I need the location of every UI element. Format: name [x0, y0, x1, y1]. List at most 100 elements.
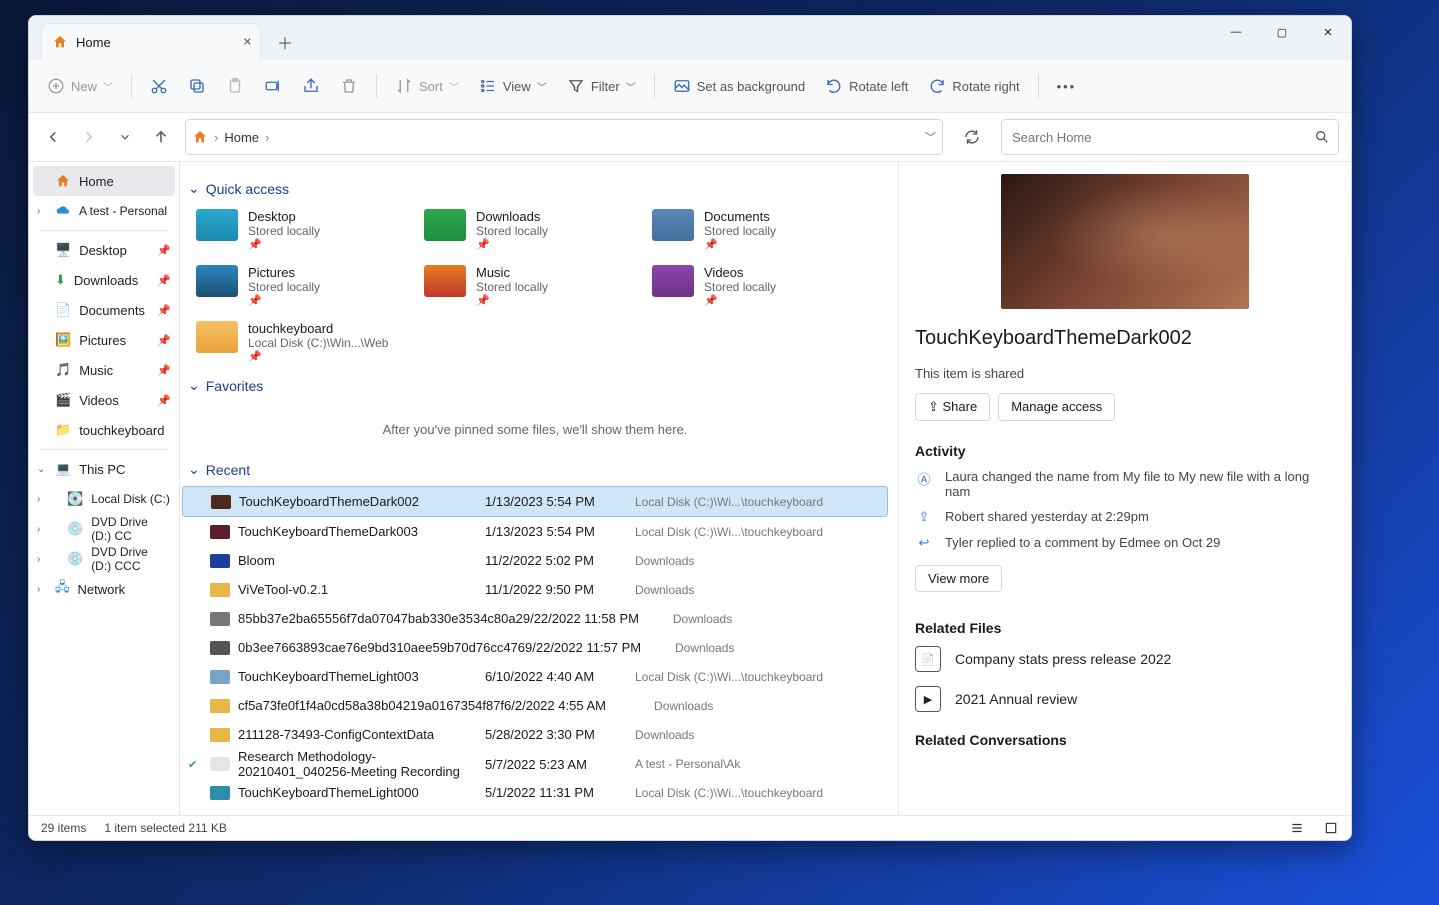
share-button[interactable]: [294, 73, 328, 99]
sidebar-item-music[interactable]: 🎵Music📌: [29, 355, 179, 385]
recent-row[interactable]: 0b3ee7663893cae76e9bd310aee59b70d76cc476…: [182, 633, 888, 662]
chevron-right-icon[interactable]: ›: [37, 494, 40, 505]
recent-row[interactable]: cf5a73fe0f1f4a0cd58a38b04219a0167354f87f…: [182, 691, 888, 720]
sidebar-item-dvd2[interactable]: ›💿DVD Drive (D:) CCC: [29, 544, 179, 574]
pin-icon: 📌: [157, 364, 171, 377]
new-tab-button[interactable]: ＋: [267, 24, 303, 60]
quick-access-item[interactable]: DownloadsStored locally📌: [420, 205, 640, 255]
folder-icon: [424, 209, 466, 241]
share-button[interactable]: ⇪ Share: [915, 393, 990, 421]
manage-access-button[interactable]: Manage access: [998, 393, 1115, 421]
maximize-button[interactable]: ▢: [1259, 16, 1305, 48]
close-window-button[interactable]: ✕: [1305, 16, 1351, 48]
paste-icon: [226, 77, 244, 95]
set-background-button[interactable]: Set as background: [665, 73, 813, 99]
sync-status-icon: ✔: [188, 758, 210, 771]
background-icon: [673, 77, 691, 95]
up-button[interactable]: [149, 125, 173, 149]
search-box[interactable]: [1001, 119, 1339, 155]
sidebar-item-atest[interactable]: › A test - Personal: [29, 196, 179, 226]
recent-row[interactable]: TouchKeyboardThemeDark003 1/13/2023 5:54…: [182, 517, 888, 546]
section-favorites[interactable]: ⌄ Favorites: [188, 377, 888, 394]
chevron-right-icon[interactable]: ›: [37, 584, 40, 595]
folder-icon: [196, 321, 238, 353]
minimize-button[interactable]: —: [1213, 16, 1259, 48]
view-more-button[interactable]: View more: [915, 565, 1002, 592]
details-view-icon[interactable]: [1289, 821, 1305, 835]
rotate-right-button[interactable]: Rotate right: [920, 73, 1027, 99]
related-file-row[interactable]: 📄Company stats press release 2022: [915, 646, 1335, 672]
sidebar-item-local-c[interactable]: ›💽Local Disk (C:): [29, 484, 179, 514]
quick-access-item[interactable]: DocumentsStored locally📌: [648, 205, 868, 255]
videos-icon: 🎬: [55, 392, 71, 408]
forward-button[interactable]: [77, 125, 101, 149]
chevron-right-icon[interactable]: ›: [37, 524, 40, 535]
status-item-count: 29 items: [41, 821, 86, 835]
file-thumb-icon: [210, 670, 230, 684]
filter-button[interactable]: Filter ﹀: [559, 73, 644, 99]
section-recent[interactable]: ⌄ Recent: [188, 461, 888, 478]
paste-button[interactable]: [218, 73, 252, 99]
related-file-row[interactable]: ▶2021 Annual review: [915, 686, 1335, 712]
sidebar-item-dvd1[interactable]: ›💿DVD Drive (D:) CC: [29, 514, 179, 544]
rotate-left-button[interactable]: Rotate left: [817, 73, 916, 99]
tab-home[interactable]: Home ✕: [41, 23, 261, 60]
file-thumb-icon: [210, 612, 230, 626]
large-icons-view-icon[interactable]: [1323, 821, 1339, 835]
activity-row: ⇪Robert shared yesterday at 2:29pm: [915, 509, 1335, 525]
sidebar-item-home[interactable]: Home: [33, 166, 175, 196]
recent-row[interactable]: 211128-73493-ConfigContextData 5/28/2022…: [182, 720, 888, 749]
sidebar-item-videos[interactable]: 🎬Videos📌: [29, 385, 179, 415]
file-thumb-icon: [210, 525, 230, 539]
sidebar-item-network[interactable]: ›🖧Network: [29, 574, 179, 604]
quick-access-item[interactable]: DesktopStored locally📌: [192, 205, 412, 255]
chevron-down-icon[interactable]: ⌄: [37, 464, 45, 475]
cut-icon: [150, 77, 168, 95]
disk-icon: 💽: [67, 491, 83, 507]
recent-row[interactable]: ✔ Research Methodology-20210401_040256-M…: [182, 749, 888, 778]
section-quick-access[interactable]: ⌄ Quick access: [188, 180, 888, 197]
sidebar-item-touchkeyboard[interactable]: 📁touchkeyboard: [29, 415, 179, 445]
copy-button[interactable]: [180, 73, 214, 99]
sidebar-item-pictures[interactable]: 🖼️Pictures📌: [29, 325, 179, 355]
more-button[interactable]: •••: [1049, 75, 1085, 98]
sidebar-item-desktop[interactable]: 🖥️Desktop📌: [29, 235, 179, 265]
quick-access-item[interactable]: PicturesStored locally📌: [192, 261, 412, 311]
recent-row[interactable]: 85bb37e2ba65556f7da07047bab330e3534c80a2…: [182, 604, 888, 633]
dvd-icon: 💿: [67, 551, 83, 567]
toolbar: New ﹀ Sort ﹀ View ﹀ Filter ﹀ Set as bac: [29, 60, 1351, 113]
view-button[interactable]: View ﹀: [471, 73, 555, 99]
sidebar-item-thispc[interactable]: ⌄ 💻 This PC: [29, 454, 179, 484]
sidebar-item-documents[interactable]: 📄Documents📌: [29, 295, 179, 325]
folder-icon: [196, 209, 238, 241]
recent-row[interactable]: TouchKeyboardThemeLight000 5/1/2022 11:3…: [182, 778, 888, 807]
chevron-right-icon[interactable]: ›: [37, 554, 40, 565]
details-shared-note: This item is shared: [915, 366, 1335, 381]
sidebar-item-downloads[interactable]: ⬇Downloads📌: [29, 265, 179, 295]
address-bar[interactable]: › Home › ﹀: [185, 119, 943, 155]
quick-access-item[interactable]: touchkeyboardLocal Disk (C:)\Win...\Web📌: [192, 317, 412, 367]
recent-row[interactable]: TouchKeyboardThemeLight003 6/10/2022 4:4…: [182, 662, 888, 691]
recent-locations-button[interactable]: [113, 125, 137, 149]
back-button[interactable]: [41, 125, 65, 149]
refresh-button[interactable]: [955, 120, 989, 154]
breadcrumb-home[interactable]: Home: [224, 130, 259, 145]
quick-access-item[interactable]: MusicStored locally📌: [420, 261, 640, 311]
rename-button[interactable]: [256, 73, 290, 99]
recent-row[interactable]: ViVeTool-v0.2.1 11/1/2022 9:50 PM Downlo…: [182, 575, 888, 604]
search-icon: [1314, 129, 1330, 145]
sort-button[interactable]: Sort ﹀: [387, 73, 467, 99]
delete-button[interactable]: [332, 73, 366, 99]
cut-button[interactable]: [142, 73, 176, 99]
recent-row[interactable]: TouchKeyboardThemeDark002 1/13/2023 5:54…: [182, 486, 888, 517]
close-tab-icon[interactable]: ✕: [243, 36, 252, 49]
recent-row[interactable]: Bloom 11/2/2022 5:02 PM Downloads: [182, 546, 888, 575]
music-icon: 🎵: [55, 362, 71, 378]
search-input[interactable]: [1010, 129, 1314, 146]
address-chevron-down-icon[interactable]: ﹀: [925, 129, 936, 145]
new-button[interactable]: New ﹀: [39, 73, 121, 99]
file-thumb-icon: [210, 583, 230, 597]
quick-access-item[interactable]: VideosStored locally📌: [648, 261, 868, 311]
chevron-right-icon[interactable]: ›: [37, 206, 40, 217]
downloads-icon: ⬇: [55, 272, 66, 288]
